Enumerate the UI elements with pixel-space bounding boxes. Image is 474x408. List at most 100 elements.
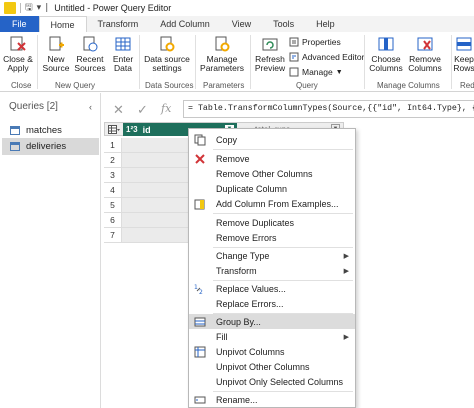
advanced-editor-button[interactable]: Advanced Editor	[289, 52, 364, 62]
menu-item-remove-errors[interactable]: Remove Errors	[189, 230, 355, 245]
choose-columns-button[interactable]: Choose Columns	[367, 32, 405, 73]
properties-label: Properties	[302, 37, 341, 47]
title-bar: 🖫 ▾ | Untitled - Power Query Editor	[0, 0, 474, 16]
menu-item-remove-duplicates[interactable]: Remove Duplicates	[189, 215, 355, 230]
remove-columns-icon	[417, 37, 433, 51]
rename-icon	[194, 396, 206, 403]
menu-item-unpivot-other-columns[interactable]: Unpivot Other Columns	[189, 359, 355, 374]
menu-item-copy[interactable]: Copy	[189, 132, 355, 147]
cancel-icon[interactable]: ✕	[113, 102, 124, 118]
menu-label: Unpivot Only Selected Columns	[216, 376, 344, 387]
choose-columns-icon	[378, 37, 394, 51]
fx-icon[interactable]: fx	[161, 102, 171, 115]
divider	[364, 35, 365, 89]
manage-button[interactable]: Manage ▼	[289, 67, 343, 77]
commit-icon[interactable]: ✓	[137, 102, 148, 118]
group-label-reduce: Red	[460, 81, 474, 90]
menu-divider	[213, 149, 353, 150]
close-apply-icon	[10, 36, 26, 51]
divider	[20, 3, 21, 13]
row-number: 2	[104, 153, 122, 168]
remove-icon	[195, 153, 205, 164]
tab-transform[interactable]: Transform	[87, 16, 150, 32]
remove-columns-button[interactable]: Remove Columns	[406, 32, 444, 73]
advanced-editor-icon	[289, 52, 299, 62]
menu-item-rename[interactable]: Rename...	[189, 392, 355, 407]
new-source-label-2: Source	[42, 63, 70, 73]
menu-label: Replace Errors...	[216, 298, 284, 309]
menu-item-remove-other-columns[interactable]: Remove Other Columns	[189, 166, 355, 181]
tab-home[interactable]: Home	[38, 16, 87, 32]
advanced-editor-label: Advanced Editor	[302, 52, 365, 62]
enter-data-button[interactable]: Enter Data	[110, 32, 136, 73]
context-menu: Copy Remove Remove Other Columns Duplica…	[188, 128, 356, 408]
formula-input[interactable]: = Table.TransformColumnTypes(Source,{{"i…	[183, 100, 474, 118]
menu-item-replace-values[interactable]: 12 Replace Values...	[189, 281, 355, 296]
table-icon	[10, 142, 20, 151]
menu-item-change-type[interactable]: Change Type ▶	[189, 248, 355, 263]
copy-icon	[194, 134, 206, 145]
tab-help[interactable]: Help	[305, 16, 346, 32]
recent-sources-button[interactable]: Recent Sources	[74, 32, 106, 73]
save-icon[interactable]: 🖫	[25, 0, 33, 16]
menu-item-unpivot-only-selected-columns[interactable]: Unpivot Only Selected Columns	[189, 374, 355, 389]
window-title: Untitled - Power Query Editor	[54, 3, 172, 13]
refresh-preview-button[interactable]: Refresh Preview	[253, 32, 287, 73]
keep-rows-icon	[456, 37, 472, 51]
collapse-chevron-icon[interactable]: ‹	[89, 102, 92, 112]
refresh-preview-label-2: Preview	[254, 63, 286, 73]
menu-item-remove[interactable]: Remove	[189, 151, 355, 166]
chevron-down-icon: ▼	[335, 68, 343, 76]
menu-item-unpivot-columns[interactable]: Unpivot Columns	[189, 344, 355, 359]
parameters-icon	[215, 36, 230, 52]
menu-item-transform[interactable]: Transform ▶	[189, 263, 355, 278]
manage-icon	[289, 67, 299, 77]
manage-parameters-button[interactable]: Manage Parameters	[198, 32, 246, 73]
gear-icon	[160, 36, 175, 52]
close-apply-label-2: Apply	[7, 63, 29, 73]
query-label: matches	[26, 125, 62, 136]
table-menu-icon[interactable]	[108, 125, 120, 134]
menu-item-add-column-from-examples[interactable]: Add Column From Examples...	[189, 196, 355, 211]
menu-label: Duplicate Column	[216, 183, 288, 194]
menu-divider	[213, 213, 353, 214]
properties-icon	[289, 37, 299, 47]
menu-label: Remove	[216, 153, 250, 164]
data-source-settings-button[interactable]: Data source settings	[143, 32, 191, 73]
close-apply-button[interactable]: Close & Apply	[3, 32, 33, 73]
query-item-matches[interactable]: matches	[2, 122, 99, 139]
new-source-button[interactable]: New Source	[41, 32, 71, 73]
queries-header: Queries [2]	[9, 101, 58, 112]
divider	[195, 35, 196, 89]
svg-text:2: 2	[199, 289, 203, 295]
row-number: 6	[104, 213, 122, 228]
table-icon	[10, 126, 20, 135]
keep-rows-button[interactable]: Keep Rows	[452, 32, 474, 73]
submenu-arrow-icon: ▶	[343, 333, 349, 341]
tab-view[interactable]: View	[221, 16, 262, 32]
tab-add-column[interactable]: Add Column	[149, 16, 221, 32]
menu-item-group-by[interactable]: Group By...	[189, 314, 355, 329]
menu-item-duplicate-column[interactable]: Duplicate Column	[189, 181, 355, 196]
properties-button[interactable]: Properties	[289, 37, 341, 47]
tab-file[interactable]: File	[0, 16, 39, 32]
add-column-icon	[194, 199, 205, 209]
query-item-deliveries[interactable]: deliveries	[2, 138, 99, 155]
group-label-manage-columns: Manage Columns	[377, 81, 440, 90]
row-number: 4	[104, 183, 122, 198]
ribbon: Close & Apply New Source Recent Sources …	[0, 32, 474, 92]
dropdown-icon[interactable]: ▾	[37, 3, 42, 13]
app-icon	[4, 2, 16, 14]
tab-tools[interactable]: Tools	[262, 16, 305, 32]
menu-item-replace-errors[interactable]: Replace Errors...	[189, 296, 355, 311]
column-name: id	[142, 124, 151, 135]
menu-label: Transform	[216, 265, 257, 276]
column-type-icon[interactable]: 1²3	[126, 125, 138, 134]
group-label-query: Query	[296, 81, 318, 90]
menu-item-fill[interactable]: Fill ▶	[189, 329, 355, 344]
row-number: 1	[104, 138, 122, 153]
table-icon	[115, 37, 131, 51]
formula-bar: ✕ ✓ fx = Table.TransformColumnTypes(Sour…	[101, 98, 474, 120]
new-source-icon	[49, 36, 64, 51]
menu-label: Remove Errors	[216, 232, 277, 243]
